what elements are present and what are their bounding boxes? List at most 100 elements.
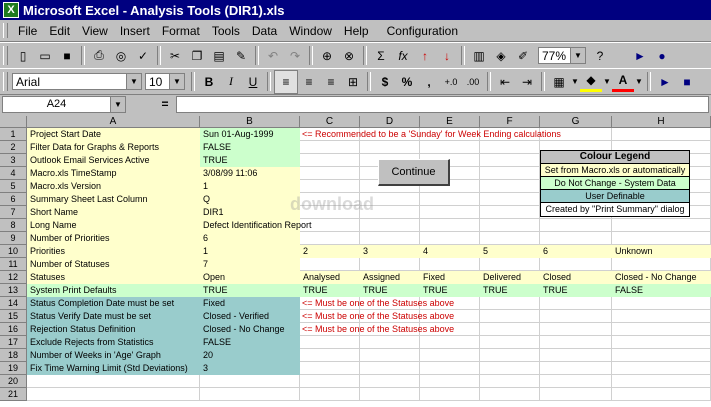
- chevron-down-icon[interactable]: ▼: [169, 74, 184, 89]
- sort-descending-icon[interactable]: ↓: [436, 45, 458, 67]
- label-cell[interactable]: Number of Priorities: [27, 232, 200, 245]
- value-cell[interactable]: 3: [360, 245, 420, 258]
- label-cell[interactable]: Priorities: [27, 245, 200, 258]
- value-cell[interactable]: Defect Identification Report: [200, 219, 312, 232]
- label-cell[interactable]: Macro.xls TimeStamp: [27, 167, 200, 180]
- grid-cell[interactable]: [300, 167, 360, 180]
- label-cell[interactable]: Long Name: [27, 219, 200, 232]
- value-cell[interactable]: TRUE: [540, 284, 612, 297]
- grid-cell[interactable]: [480, 362, 540, 375]
- label-cell[interactable]: Macro.xls Version: [27, 180, 200, 193]
- formula-input[interactable]: [176, 95, 709, 113]
- value-cell[interactable]: Closed - No Change: [612, 271, 711, 284]
- grid-cell[interactable]: [480, 388, 540, 401]
- increase-decimal-button[interactable]: +.0: [440, 71, 462, 93]
- chart-wizard-icon[interactable]: ▥: [468, 45, 490, 67]
- row-header-17[interactable]: 17: [0, 336, 27, 349]
- grid-cell[interactable]: [612, 349, 711, 362]
- save-icon[interactable]: ■: [56, 45, 78, 67]
- value-cell[interactable]: DIR1: [200, 206, 300, 219]
- menu-help[interactable]: Help: [338, 24, 375, 38]
- spelling-icon[interactable]: ✓: [132, 45, 154, 67]
- underline-button[interactable]: U: [242, 71, 264, 93]
- value-cell[interactable]: Sun 01-Aug-1999: [200, 128, 300, 141]
- grid-cell[interactable]: [540, 388, 612, 401]
- grid-cell[interactable]: [420, 388, 480, 401]
- value-cell[interactable]: Delivered: [480, 271, 540, 284]
- value-cell[interactable]: TRUE: [200, 284, 300, 297]
- row-header-8[interactable]: 8: [0, 219, 27, 232]
- column-header-f[interactable]: F: [480, 116, 540, 128]
- currency-button[interactable]: $: [374, 71, 396, 93]
- grid-cell[interactable]: [480, 180, 540, 193]
- menu-tools[interactable]: Tools: [206, 24, 246, 38]
- excel-app-icon[interactable]: X: [3, 2, 19, 18]
- grid-cell[interactable]: [420, 206, 480, 219]
- stop-macro-icon[interactable]: ■: [676, 71, 698, 93]
- align-left-icon[interactable]: ≡: [274, 69, 298, 94]
- value-cell[interactable]: FALSE: [612, 284, 711, 297]
- value-cell[interactable]: Assigned: [360, 271, 420, 284]
- value-cell[interactable]: Fixed: [420, 271, 480, 284]
- autosum-icon[interactable]: Σ: [370, 45, 392, 67]
- label-cell[interactable]: Status Completion Date must be set: [27, 297, 200, 310]
- value-cell[interactable]: TRUE: [360, 284, 420, 297]
- grid-cell[interactable]: [360, 258, 420, 271]
- sort-ascending-icon[interactable]: ↑: [414, 45, 436, 67]
- italic-button[interactable]: I: [220, 71, 242, 93]
- grid-cell[interactable]: [612, 388, 711, 401]
- chevron-down-icon[interactable]: ▼: [110, 96, 125, 112]
- office-assistant-icon[interactable]: ?: [589, 45, 611, 67]
- grid-cell[interactable]: [612, 232, 711, 245]
- row-header-5[interactable]: 5: [0, 180, 27, 193]
- grid-cell[interactable]: [420, 375, 480, 388]
- row-header-12[interactable]: 12: [0, 271, 27, 284]
- menu-edit[interactable]: Edit: [43, 24, 76, 38]
- value-cell[interactable]: FALSE: [200, 336, 300, 349]
- chevron-down-icon[interactable]: ▼: [602, 71, 612, 93]
- value-cell[interactable]: 20: [200, 349, 300, 362]
- label-cell[interactable]: Summary Sheet Last Column: [27, 193, 200, 206]
- zoom-select[interactable]: 77% ▼: [538, 47, 586, 64]
- grid-cell[interactable]: [360, 388, 420, 401]
- grid-cell[interactable]: [540, 336, 612, 349]
- grid-cell[interactable]: [360, 375, 420, 388]
- align-center-icon[interactable]: ≡: [298, 71, 320, 93]
- column-header-h[interactable]: H: [612, 116, 711, 128]
- row-header-10[interactable]: 10: [0, 245, 27, 258]
- grid-cell[interactable]: [480, 232, 540, 245]
- column-header-g[interactable]: G: [540, 116, 612, 128]
- grid-cell[interactable]: [300, 154, 360, 167]
- value-cell[interactable]: TRUE: [420, 284, 480, 297]
- map-icon[interactable]: ◈: [490, 45, 512, 67]
- select-all-corner[interactable]: [0, 116, 27, 128]
- chevron-down-icon[interactable]: ▼: [634, 71, 644, 93]
- align-right-icon[interactable]: ≡: [320, 71, 342, 93]
- grid-cell[interactable]: [612, 323, 711, 336]
- grid-cell[interactable]: [300, 141, 360, 154]
- value-cell[interactable]: Analysed: [300, 271, 360, 284]
- row-header-14[interactable]: 14: [0, 297, 27, 310]
- grid-cell[interactable]: [480, 154, 540, 167]
- grid-cell[interactable]: [480, 258, 540, 271]
- grid-cell[interactable]: [480, 206, 540, 219]
- copy-icon[interactable]: ❐: [186, 45, 208, 67]
- value-cell[interactable]: 2: [300, 245, 360, 258]
- equals-button[interactable]: =: [154, 97, 176, 111]
- row-header-9[interactable]: 9: [0, 232, 27, 245]
- grid-cell[interactable]: [420, 349, 480, 362]
- grid-cell[interactable]: [540, 375, 612, 388]
- grid-cell[interactable]: [480, 349, 540, 362]
- grid-cell[interactable]: [360, 141, 420, 154]
- grid-cell[interactable]: [612, 219, 711, 232]
- decrease-indent-button[interactable]: ⇤: [494, 71, 516, 93]
- value-cell[interactable]: 1: [200, 180, 300, 193]
- row-header-21[interactable]: 21: [0, 388, 27, 401]
- web-toolbar-icon[interactable]: ⊕: [316, 45, 338, 67]
- paste-function-icon[interactable]: fx: [392, 45, 414, 67]
- column-header-b[interactable]: B: [200, 116, 300, 128]
- grid-cell[interactable]: [360, 349, 420, 362]
- grid-cell[interactable]: [420, 362, 480, 375]
- value-cell[interactable]: Q: [200, 193, 300, 206]
- grid-cell[interactable]: [420, 193, 480, 206]
